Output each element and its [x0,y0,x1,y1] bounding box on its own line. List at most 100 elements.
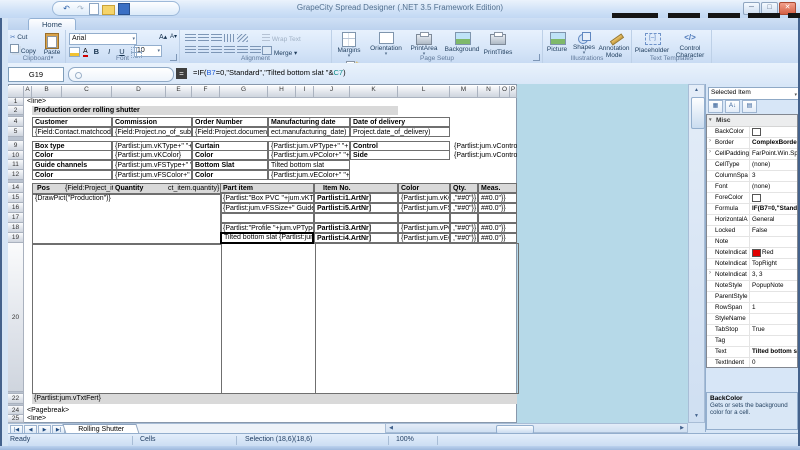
cell-l17[interactable] [398,213,450,223]
col-header-e[interactable]: E [166,86,192,98]
equals-button[interactable]: = [176,68,187,79]
cell-n14[interactable]: Meas. [478,183,517,193]
cell-a25[interactable]: <line> [25,415,85,423]
row-header-16[interactable]: 16 [8,203,24,213]
status-zoom[interactable]: 100% [396,436,414,443]
align-top-icon[interactable] [185,34,196,42]
font-family-select[interactable]: Arial [69,33,137,45]
property-row[interactable]: BorderComplexBorder [707,138,797,149]
cell-n17[interactable] [478,213,517,223]
formula-helper-combo[interactable] [68,67,174,82]
property-row[interactable]: CellPaddingFarPoint.Win.Sprea [707,149,797,160]
row-header-1[interactable]: 1 [8,98,24,106]
cell-a1[interactable]: <line> [25,98,85,106]
row-header-25[interactable]: 25 [8,415,24,423]
cell-k10[interactable]: Side [350,150,450,160]
property-row[interactable]: TextTilted bottom slat {P [707,347,797,358]
grid-horizontal-scrollbar[interactable]: ◀ ▶ [385,423,688,433]
cell-b10[interactable]: Color [32,150,112,160]
cell-f5[interactable]: {Field:Project.document_ [192,127,268,137]
cell-k5[interactable]: Project.date_of_delivery) [350,127,450,137]
cell-b11[interactable]: Guide channels [32,160,112,170]
scroll-right-icon[interactable]: ▶ [677,424,687,433]
cell-f4[interactable]: Order Number [192,117,268,127]
col-header-p[interactable]: P [510,86,517,98]
scroll-up-icon[interactable]: ▲ [689,85,704,96]
wrap-text-button[interactable]: Wrap Text [262,34,301,43]
row-header-19[interactable]: 19 [8,233,24,243]
property-row[interactable]: BackColor [707,127,797,138]
formula-input[interactable]: =IF(B7=0,"Standard","Tilted bottom slat … [193,68,513,77]
row-header-17[interactable]: 17 [8,213,24,223]
row-header-22[interactable]: 22 [8,394,24,404]
property-row[interactable]: Tag [707,336,797,347]
shrink-font-button[interactable]: A▾ [170,33,177,40]
property-row[interactable]: ColumnSpa3 [707,171,797,182]
grid-vertical-scrollbar[interactable]: ▲ ▼ [688,84,705,423]
cell-l15[interactable]: {Partlist:jum.vKColor} [398,193,450,203]
save-icon[interactable] [118,3,130,15]
cell-h12[interactable]: {Partlist:jum.vEColor+" "+ [268,170,350,180]
row-header-2[interactable]: 2 [8,106,24,115]
col-header-c[interactable]: C [62,86,112,98]
cell-f10[interactable]: Color [192,150,268,160]
cut-button[interactable]: ✂ Cut [10,33,36,41]
scroll-down-icon[interactable]: ▼ [689,411,704,422]
cell-row20-region[interactable] [32,243,519,394]
orientation-button[interactable]: Orientation [366,31,406,57]
shapes-button[interactable]: Shapes [571,31,597,56]
row-header-15[interactable]: 15 [8,193,24,203]
justify-icon[interactable] [224,46,235,54]
background-button[interactable]: Background [442,31,482,53]
cell-n15[interactable]: ##0.0"}} [478,193,517,203]
row-header-12[interactable]: 12 [8,170,24,180]
col-header-k[interactable]: K [350,86,398,98]
property-row[interactable]: ParentStyle [707,292,797,303]
cell-l14[interactable]: Color [398,183,450,193]
property-row[interactable]: NoteStylePopupNote [707,281,797,292]
row-header-18[interactable]: 18 [8,223,24,233]
redo-icon[interactable]: ↷ [75,3,86,14]
property-row[interactable]: NoteIndicat3, 3 [707,270,797,281]
cell-b5[interactable]: {Field:Contact.matchcod [32,127,112,137]
cell-m10[interactable]: {Partlist:jum.vControlSid [452,151,517,160]
cell-b12[interactable]: Color [32,170,112,180]
property-category-misc[interactable]: Misc [707,115,797,127]
property-row[interactable]: CellType(none) [707,160,797,171]
property-row[interactable]: Font(none) [707,182,797,193]
decrease-indent-icon[interactable] [237,46,248,54]
cell-d5[interactable]: {Field:Project.no_of_sub [112,127,192,137]
cell-h5[interactable]: ect.manufacturing_date) [268,127,350,137]
cell-d4[interactable]: Commission [112,117,192,127]
vertical-scroll-thumb[interactable] [691,97,705,129]
align-middle-icon[interactable] [198,34,209,42]
cell-k4[interactable]: Date of delivery [350,117,450,127]
print-titles-button[interactable]: PrintTitles [482,31,514,56]
cell-reference-box[interactable]: G19 [8,67,64,82]
cell-m19[interactable]: ,"##0"}} [450,233,478,243]
cell-d11[interactable]: {Partlist:jum.vFSType+" " [112,160,192,170]
grow-font-button[interactable]: A▴ [159,33,167,41]
print-area-button[interactable]: PrintArea [406,31,442,57]
col-header-m[interactable]: M [450,86,478,98]
row-header-14[interactable]: 14 [8,183,24,193]
cell-j18[interactable]: Partlist:i3.ArtNr] [314,223,398,233]
undo-icon[interactable]: ↶ [61,3,72,14]
align-bottom-icon[interactable] [211,34,222,42]
cell-n18[interactable]: ##0.0"}} [478,223,517,233]
cell-f12[interactable]: Color [192,170,268,180]
row-header-9[interactable]: 9 [8,141,24,151]
cell-g19-selected[interactable]: Tilted bottom slat {Partlist:jum.vP [220,232,314,244]
alphabetical-sort-icon[interactable]: A↓ [725,100,740,113]
open-folder-icon[interactable] [102,5,115,15]
cell-n19[interactable]: ##0.0"}} [478,233,517,243]
row-header-10[interactable]: 10 [8,151,24,160]
col-header-f[interactable]: F [192,86,220,98]
cell-j16[interactable]: Partlist:i5.ArtNr] [314,203,398,213]
cell-l16[interactable]: {Partlist:jum.vFSColor+" " [398,203,450,213]
col-header-l[interactable]: L [398,86,450,98]
cell-b4[interactable]: Customer [32,117,112,127]
align-left-icon[interactable] [185,46,196,54]
cell-d12[interactable]: {Partlist:jum.vFSColor+" [112,170,192,180]
placeholder-button[interactable]: [–] Placeholder [632,31,672,54]
